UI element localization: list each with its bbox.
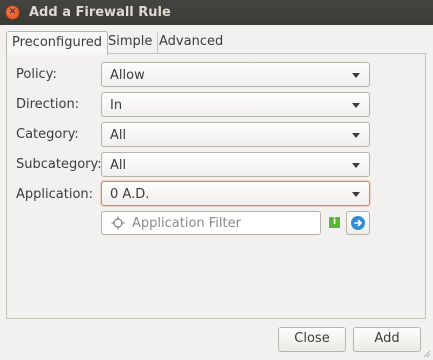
chevron-down-icon [352,133,360,138]
direction-dropdown[interactable]: In [101,92,370,117]
chevron-down-icon [352,192,360,197]
category-dropdown[interactable]: All [101,122,370,147]
go-button[interactable] [346,211,370,235]
close-icon[interactable]: ✕ [5,5,20,20]
filter-placeholder: Application Filter [132,216,241,231]
application-value: 0 A.D. [110,187,150,202]
direction-label: Direction: [16,97,80,112]
policy-value: Allow [110,68,145,83]
category-label: Category: [16,127,79,142]
policy-label: Policy: [16,67,57,82]
policy-dropdown[interactable]: Allow [101,62,370,87]
tab-bar: Preconfigured Simple Advanced [6,31,426,55]
category-value: All [110,128,127,143]
add-button[interactable]: Add [353,327,421,352]
application-filter-input[interactable]: Application Filter [101,211,321,235]
close-button[interactable]: Close [278,327,346,352]
subcategory-value: All [110,158,127,173]
tab-label: Simple [108,34,153,49]
tab-label: Preconfigured [12,35,102,50]
title-bar: ✕ Add a Firewall Rule [0,0,433,25]
subcategory-dropdown[interactable]: All [101,152,370,177]
chevron-down-icon [352,73,360,78]
application-dropdown[interactable]: 0 A.D. [101,181,370,206]
info-icon[interactable]: i [329,217,340,228]
arrow-right-circle-icon [351,216,365,230]
tab-advanced[interactable]: Advanced [154,31,228,54]
direction-value: In [110,98,123,113]
subcategory-label: Subcategory: [16,157,102,172]
window-title: Add a Firewall Rule [29,5,171,20]
resize-grip-icon[interactable] [421,348,431,358]
tab-preconfigured[interactable]: Preconfigured [6,31,108,55]
crosshair-icon [111,216,125,230]
tab-label: Advanced [159,34,224,49]
application-label: Application: [16,187,94,202]
chevron-down-icon [352,163,360,168]
chevron-down-icon [352,103,360,108]
tab-simple[interactable]: Simple [103,31,159,54]
